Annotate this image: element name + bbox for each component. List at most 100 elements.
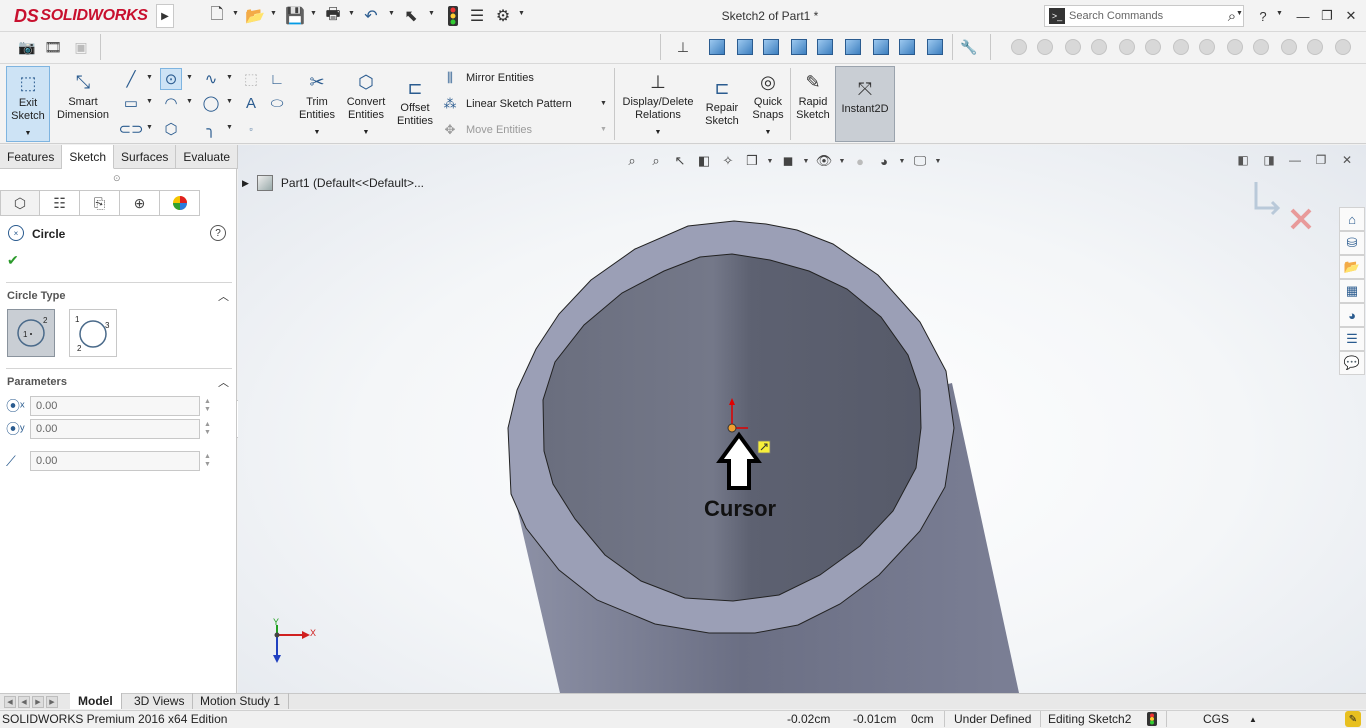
- rectangle-tool-icon[interactable]: ▭: [120, 92, 142, 114]
- options-dropdown-icon[interactable]: ▼: [518, 10, 526, 17]
- minimize-button[interactable]: —: [1292, 6, 1314, 26]
- snaps-dropdown-icon[interactable]: ▼: [765, 126, 772, 139]
- prev-tab-nav-icon[interactable]: ◀: [18, 696, 30, 708]
- panel-right-icon[interactable]: ◨: [1260, 153, 1278, 167]
- view-settings-dropdown-icon[interactable]: ▼: [934, 151, 942, 171]
- convert-dropdown-icon[interactable]: ▼: [363, 126, 370, 139]
- forum-icon[interactable]: 💬: [1339, 351, 1365, 375]
- rectangle-dropdown-icon[interactable]: ▼: [146, 98, 154, 105]
- center-x-input[interactable]: 0.00: [30, 396, 200, 416]
- view-trimetric-icon[interactable]: [896, 36, 918, 58]
- undo-dropdown-icon[interactable]: ▼: [388, 10, 396, 17]
- view-orientation-dropdown-icon[interactable]: ▼: [766, 151, 774, 171]
- search-commands-box[interactable]: >_ Search Commands ⌕: [1044, 5, 1244, 27]
- polygon-tool-icon[interactable]: ⬡: [160, 118, 182, 140]
- center-x-spinner-icon[interactable]: ▲ ▼: [204, 398, 216, 414]
- tools-wrench-icon[interactable]: 🔧: [958, 36, 980, 58]
- fillet-tool-icon[interactable]: ╮: [200, 118, 222, 140]
- flyout-feature-tree[interactable]: ▶ Part1 (Default<<Default>...: [242, 175, 424, 191]
- ellipse-tool-icon[interactable]: ◯: [200, 92, 222, 114]
- panel-left-icon[interactable]: ◧: [1234, 153, 1252, 167]
- print-icon[interactable]: 🖶: [322, 5, 344, 27]
- mirror-entities-button[interactable]: ⫼ Mirror Entities: [440, 70, 534, 86]
- first-tab-nav-icon[interactable]: ◀: [4, 696, 16, 708]
- doc-close-icon[interactable]: ✕: [1338, 153, 1356, 167]
- zoom-to-fit-icon[interactable]: ⌕: [622, 151, 642, 171]
- ok-checkmark-icon[interactable]: ✔: [7, 252, 19, 269]
- property-manager-tab-icon[interactable]: ☷: [40, 190, 80, 216]
- collapse-chevron-up-icon[interactable]: ︿: [218, 288, 229, 304]
- new-dropdown-icon[interactable]: ▼: [232, 10, 240, 17]
- collapse-chevron-up-icon[interactable]: ︿: [218, 374, 229, 390]
- appearances-icon[interactable]: ◕: [1339, 303, 1365, 327]
- menu-expand-arrow-icon[interactable]: ▶: [156, 4, 174, 28]
- solidworks-logo[interactable]: DS SOLIDWORKS: [14, 4, 148, 28]
- linear-sketch-pattern-button[interactable]: ⁂ Linear Sketch Pattern: [440, 96, 572, 112]
- spline-dropdown-icon[interactable]: ▼: [226, 74, 234, 81]
- select-cursor-icon[interactable]: ⬉: [400, 5, 422, 27]
- camera-icon[interactable]: 📷: [16, 36, 38, 58]
- relations-dropdown-icon[interactable]: ▼: [655, 126, 662, 139]
- circle-tool-icon[interactable]: ⊙: [160, 68, 182, 90]
- search-input[interactable]: Search Commands: [1069, 10, 1221, 22]
- view-palette-icon[interactable]: ▦: [1339, 279, 1365, 303]
- custom-properties-icon[interactable]: ☰: [1339, 327, 1365, 351]
- line-dropdown-icon[interactable]: ▼: [146, 74, 154, 81]
- exit-sketch-dropdown-icon[interactable]: ▼: [25, 127, 32, 140]
- tags-icon[interactable]: ✎: [1345, 711, 1361, 727]
- tab-model[interactable]: Model: [70, 693, 122, 709]
- line-tool-icon[interactable]: ╱: [120, 68, 142, 90]
- conic-tool-icon[interactable]: ⬭: [266, 92, 288, 114]
- unit-system[interactable]: CGS: [1203, 712, 1229, 726]
- help-dropdown-icon[interactable]: ▼: [1276, 10, 1284, 17]
- radius-input[interactable]: 0.00: [30, 451, 200, 471]
- smart-dimension-button[interactable]: ⤡ Smart Dimension: [54, 66, 112, 142]
- save-icon[interactable]: 💾: [284, 5, 306, 27]
- dynamic-annotation-icon[interactable]: ✧: [718, 151, 738, 171]
- normal-to-icon[interactable]: ⊥: [672, 36, 694, 58]
- new-document-icon[interactable]: 🗋: [206, 5, 228, 27]
- undo-icon[interactable]: ↶: [360, 5, 382, 27]
- sketch-origin-point[interactable]: [727, 423, 737, 433]
- unit-system-dropdown-icon[interactable]: ▲: [1249, 715, 1257, 724]
- center-y-spinner-icon[interactable]: ▲ ▼: [204, 421, 216, 437]
- convert-entities-button[interactable]: ⬡ Convert Entities ▼: [342, 66, 390, 142]
- open-folder-icon[interactable]: 📂: [244, 5, 266, 27]
- tab-surfaces[interactable]: Surfaces: [114, 145, 177, 169]
- fillet-dropdown-icon[interactable]: ▼: [226, 124, 234, 131]
- print-dropdown-icon[interactable]: ▼: [348, 10, 356, 17]
- cancel-sketch-icon[interactable]: [1290, 208, 1312, 230]
- apply-scene-icon[interactable]: ◕: [874, 151, 894, 171]
- center-radius-circle-button[interactable]: 12: [7, 309, 55, 357]
- view-right-icon[interactable]: [788, 36, 810, 58]
- zoom-to-area-icon[interactable]: ⌕: [646, 151, 666, 171]
- view-orientation-icon[interactable]: ❒: [742, 151, 762, 171]
- capture-image-icon[interactable]: 🎞: [42, 36, 64, 58]
- search-dropdown-icon[interactable]: ▼: [1236, 10, 1244, 17]
- view-isometric-icon[interactable]: [870, 36, 892, 58]
- restore-button[interactable]: ❐: [1316, 6, 1338, 26]
- doc-minimize-icon[interactable]: —: [1286, 153, 1304, 167]
- exit-sketch-button[interactable]: ⬚ Exit Sketch ▼: [6, 66, 50, 142]
- view-left-icon[interactable]: [760, 36, 782, 58]
- slot-tool-icon[interactable]: ⊂⊃: [118, 118, 143, 140]
- tab-motion-study-1[interactable]: Motion Study 1: [192, 693, 290, 709]
- options-gear-icon[interactable]: ⚙: [492, 5, 514, 27]
- view-front-icon[interactable]: [706, 36, 728, 58]
- previous-view-icon[interactable]: ↖: [670, 151, 690, 171]
- tab-sketch[interactable]: Sketch: [62, 145, 115, 169]
- tab-features[interactable]: Features: [0, 145, 63, 169]
- display-delete-relations-button[interactable]: ⊥ Display/Delete Relations ▼: [618, 66, 698, 142]
- open-dropdown-icon[interactable]: ▼: [270, 10, 278, 17]
- help-icon[interactable]: ?: [210, 225, 226, 241]
- graphics-area[interactable]: Cursor X Y: [238, 145, 1366, 693]
- dimxpert-manager-tab-icon[interactable]: ⊕: [120, 190, 160, 216]
- save-dropdown-icon[interactable]: ▼: [310, 10, 318, 17]
- view-back-icon[interactable]: [734, 36, 756, 58]
- hide-show-items-icon[interactable]: 👁: [814, 151, 834, 171]
- next-tab-nav-icon[interactable]: ▶: [32, 696, 44, 708]
- view-top-icon[interactable]: [814, 36, 836, 58]
- repair-sketch-button[interactable]: ⊏ Repair Sketch: [700, 66, 744, 142]
- point-tool-icon[interactable]: ▫: [240, 118, 262, 140]
- doc-restore-icon[interactable]: ❐: [1312, 153, 1330, 167]
